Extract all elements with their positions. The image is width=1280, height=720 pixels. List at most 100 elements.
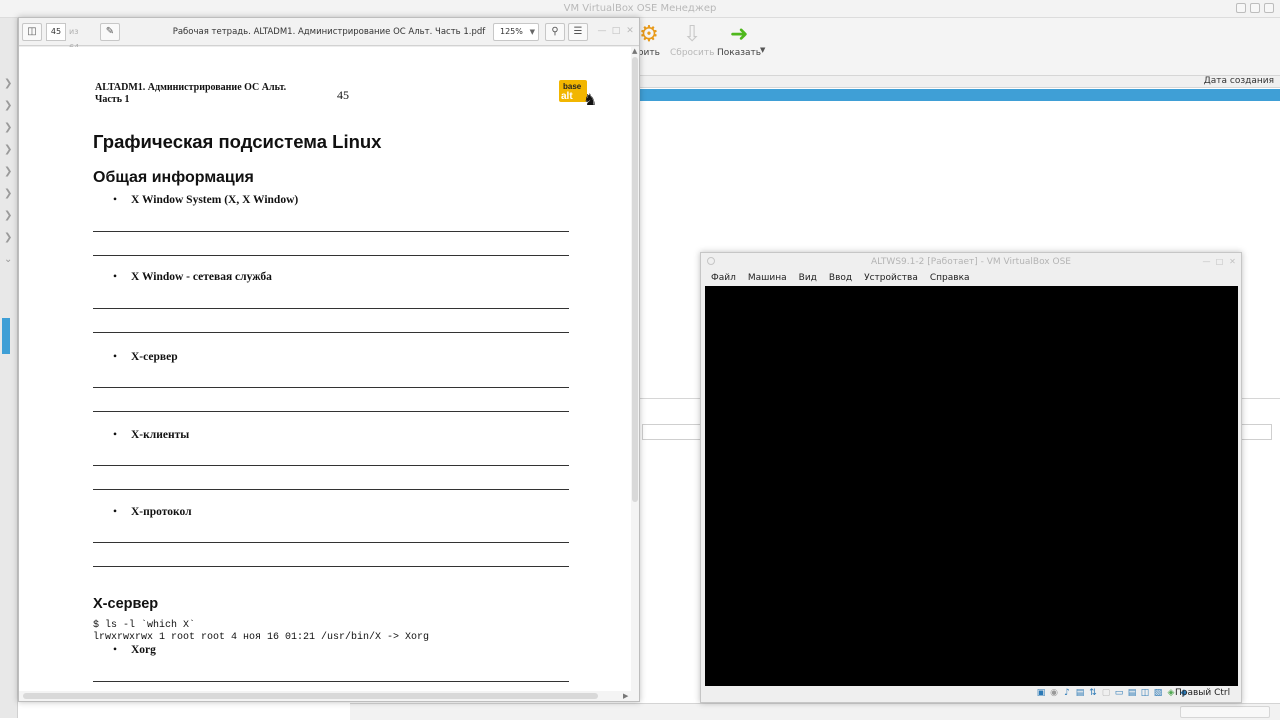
menu-button[interactable]: ☰	[568, 23, 588, 41]
vm-window: ALTWS9.1-2 [Работает] - VM VirtualBox OS…	[700, 252, 1242, 703]
menu-machine[interactable]: Машина	[742, 271, 793, 285]
window-menu-icon[interactable]	[707, 257, 715, 265]
chevron-right-icon[interactable]: ❯	[4, 144, 12, 155]
show-button[interactable]: ➜ Показать	[717, 22, 761, 58]
audio-icon[interactable]: ♪	[1061, 688, 1073, 699]
answer-line	[93, 542, 569, 543]
pdf-toolbar: ◫ 45 из 64 ✎ Рабочая тетрадь. ALTADM1. А…	[19, 18, 639, 52]
selected-row[interactable]	[640, 89, 1280, 101]
vertical-scrollbar[interactable]: ▲	[631, 47, 639, 691]
pdf-page: ALTADM1. Администрирование ОС Альт. Част…	[19, 47, 631, 691]
manager-title: VM VirtualBox OSE Менеджер	[563, 3, 717, 14]
menu-input[interactable]: Ввод	[823, 271, 858, 285]
manager-statusbar	[350, 703, 1280, 720]
bullet-item: • Xorg	[113, 644, 156, 656]
start-button[interactable]: ⚙ оить	[638, 22, 660, 58]
scroll-up-icon[interactable]: ▲	[632, 47, 637, 55]
column-created-date[interactable]: Дата создания	[1204, 76, 1274, 86]
menu-help[interactable]: Справка	[924, 271, 976, 285]
bullet-item: • X-сервер	[113, 351, 178, 363]
search-button[interactable]: ⚲	[545, 23, 565, 41]
answer-line	[93, 255, 569, 256]
dropdown-arrow-icon[interactable]: ▼	[760, 46, 765, 54]
horizontal-scrollbar[interactable]: ▶	[19, 691, 639, 701]
maximize-icon[interactable]: □	[611, 26, 621, 36]
discard-label: Сбросить	[670, 48, 715, 58]
vm-statusbar: ▣ ◉ ♪ ▤ ⇅ ▢ ▭ ▤ ◫ ▧ ◈ ◆ Правый Ctrl	[701, 686, 1241, 702]
chevron-right-icon[interactable]: ❯	[4, 232, 12, 243]
logo-text-bottom: alt	[561, 91, 573, 102]
chevron-right-icon[interactable]: ❯	[4, 210, 12, 221]
code-line: $ ls -l `which X`	[93, 620, 196, 631]
answer-line	[93, 332, 569, 333]
answer-line	[93, 566, 569, 567]
vm-display[interactable]	[705, 286, 1238, 686]
right-arrow-icon: ➜	[729, 22, 749, 47]
scrollbar-thumb[interactable]	[632, 57, 638, 502]
chevron-right-icon[interactable]: ❯	[4, 78, 12, 89]
section-heading-general: Общая информация	[93, 169, 254, 186]
code-line: lrwxrwxrwx 1 root root 4 ноя 16 01:21 /u…	[93, 632, 430, 643]
scrollbar-thumb[interactable]	[23, 693, 598, 699]
maximize-button[interactable]	[1250, 3, 1260, 13]
cpu-icon[interactable]: ▧	[1152, 688, 1164, 699]
answer-line	[93, 411, 569, 412]
chevron-right-icon[interactable]: ❯	[4, 122, 12, 133]
answer-line	[93, 387, 569, 388]
basealt-logo: base alt ♞	[557, 80, 603, 110]
vm-titlebar: ALTWS9.1-2 [Работает] - VM VirtualBox OS…	[701, 253, 1241, 271]
answer-line	[93, 308, 569, 309]
down-arrow-icon: ⇩	[682, 22, 702, 47]
page-total-label: из 64	[69, 27, 79, 52]
vm-list-header: Дата создания	[640, 76, 1280, 88]
chevron-down-icon[interactable]: ⌄	[4, 254, 12, 265]
shared-folders-icon[interactable]: ▢	[1100, 688, 1112, 699]
sidebar-icon: ◫	[27, 26, 37, 37]
section-heading-xserver: X-сервер	[93, 596, 159, 612]
optical-drive-icon[interactable]: ◉	[1048, 688, 1060, 699]
annotate-button[interactable]: ✎	[100, 23, 120, 41]
maximize-icon[interactable]: □	[1215, 257, 1224, 266]
bullet-item: • X-клиенты	[113, 429, 190, 441]
selected-vm-marker	[2, 318, 10, 354]
minimize-icon[interactable]: —	[597, 26, 607, 36]
usb-icon[interactable]: ⇅	[1087, 688, 1099, 699]
zoom-select[interactable]: 125% ▼	[493, 23, 539, 41]
settings-icon[interactable]: ◫	[1139, 688, 1151, 699]
close-button[interactable]	[1264, 3, 1274, 13]
menu-view[interactable]: Вид	[793, 271, 823, 285]
answer-line	[93, 231, 569, 232]
minimize-button[interactable]	[1236, 3, 1246, 13]
bullet-item: • X-протокол	[113, 506, 192, 518]
network-icon[interactable]: ▤	[1074, 688, 1086, 699]
pencil-icon: ✎	[105, 26, 115, 37]
page-number-input[interactable]: 45	[46, 23, 66, 41]
document-title: Рабочая тетрадь. ALTADM1. Администрирова…	[172, 27, 486, 37]
chevron-right-icon[interactable]: ❯	[4, 188, 12, 199]
search-icon: ⚲	[551, 26, 559, 37]
vm-title: ALTWS9.1-2 [Работает] - VM VirtualBox OS…	[871, 257, 1071, 267]
status-button[interactable]	[1180, 706, 1270, 718]
close-icon[interactable]: ✕	[1228, 257, 1237, 266]
hard-disk-icon[interactable]: ▣	[1035, 688, 1047, 699]
answer-line	[93, 681, 569, 682]
header-course-title: ALTADM1. Администрирование ОС Альт.	[95, 82, 287, 93]
video-capture-icon[interactable]: ▤	[1126, 688, 1138, 699]
display-icon[interactable]: ▭	[1113, 688, 1125, 699]
chevron-right-icon[interactable]: ❯	[4, 166, 12, 177]
header-part: Часть 1	[95, 94, 130, 105]
host-key-label[interactable]: Правый Ctrl	[1175, 687, 1230, 700]
minimize-icon[interactable]: —	[1202, 257, 1211, 266]
page-number: 45	[337, 88, 349, 102]
chevron-right-icon[interactable]: ❯	[4, 100, 12, 111]
scroll-right-icon[interactable]: ▶	[623, 692, 628, 700]
page-title: Графическая подсистема Linux	[93, 131, 382, 152]
bullet-item: • X Window - сетевая служба	[113, 271, 272, 283]
logo-text-top: base	[563, 82, 582, 91]
menu-file[interactable]: Файл	[705, 271, 742, 285]
close-icon[interactable]: ✕	[625, 26, 635, 36]
pdf-viewer-window: ◫ 45 из 64 ✎ Рабочая тетрадь. ALTADM1. А…	[18, 17, 640, 702]
discard-button[interactable]: ⇩ Сбросить	[670, 22, 714, 58]
sidebar-toggle-button[interactable]: ◫	[22, 23, 42, 41]
menu-devices[interactable]: Устройства	[858, 271, 924, 285]
